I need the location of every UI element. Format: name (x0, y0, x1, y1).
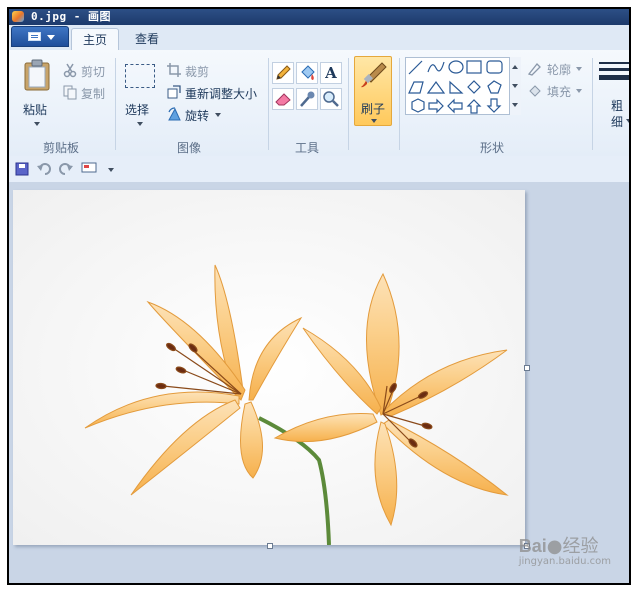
pencil-tool[interactable] (272, 62, 294, 84)
shape-gallery-icons (408, 60, 503, 114)
ribbon-tab-row: 主页 查看 (9, 25, 629, 51)
paw-icon: ● (546, 536, 563, 557)
paste-icon (24, 59, 50, 91)
save-icon[interactable] (15, 162, 29, 176)
pencil-icon (276, 65, 291, 80)
size-label-thin: 细 (611, 115, 624, 129)
text-icon: A (325, 64, 337, 82)
separator (592, 58, 593, 150)
fill-bucket-icon (301, 65, 315, 80)
watermark-product: 经验 (562, 536, 599, 557)
size-dropdown-icon (626, 119, 629, 123)
separator (348, 58, 349, 150)
paint-window: 0.jpg - 画图 主页 查看 粘贴 剪切 复制 剪贴板 选择 裁剪 重新调整… (7, 7, 631, 585)
brush-label: 刷子 (361, 102, 386, 116)
outline-icon (527, 63, 541, 76)
eraser-tool[interactable] (272, 88, 294, 110)
app-icon[interactable] (12, 11, 24, 22)
copy-label: 复制 (81, 87, 106, 101)
copy-button[interactable]: 复制 (61, 84, 111, 102)
brush-icon (361, 62, 387, 88)
resize-handle-right[interactable] (524, 365, 530, 371)
eraser-icon (275, 93, 291, 106)
size-icon (599, 62, 629, 80)
clipboard-group-label: 剪贴板 (42, 141, 79, 155)
shapes-group-label: 形状 (479, 141, 504, 155)
outline-button[interactable]: 轮廓 (527, 60, 587, 78)
scroll-up-icon[interactable] (512, 65, 518, 69)
shape-gallery-scrollbar[interactable] (509, 57, 521, 115)
ribbon: 粘贴 剪切 复制 剪贴板 选择 裁剪 重新调整大小 旋转 图像 A 工具 刷子 … (9, 50, 629, 157)
crop-icon (167, 63, 181, 77)
copy-icon (63, 85, 77, 100)
quick-access-toolbar (9, 156, 629, 183)
resize-icon (167, 85, 181, 99)
watermark: Bai●经验 jingyan.baidu.com (519, 532, 611, 567)
fill-bucket-tool[interactable] (296, 62, 318, 84)
title-bar: 0.jpg - 画图 (9, 9, 629, 25)
paste-dropdown-icon (34, 122, 40, 126)
lily-flowers-image (13, 190, 525, 545)
image-group-label: 图像 (176, 141, 201, 155)
tools-group-label: 工具 (294, 141, 319, 155)
fill-label: 填充 (547, 85, 572, 99)
fill-dropdown-icon (576, 89, 582, 93)
outline-dropdown-icon (576, 67, 582, 71)
image-canvas[interactable] (13, 190, 525, 545)
shape-gallery[interactable] (405, 57, 521, 115)
brush-dropdown-icon (371, 119, 377, 123)
paste-label: 粘贴 (23, 103, 48, 117)
monitor-icon[interactable] (81, 162, 97, 176)
customize-qat-icon[interactable] (108, 168, 114, 172)
magnifier-icon (323, 91, 339, 107)
tab-home[interactable]: 主页 (71, 28, 119, 51)
cut-icon (63, 63, 77, 78)
size-button[interactable]: 粗 细 (597, 58, 629, 134)
cut-label: 剪切 (81, 65, 106, 79)
redo-icon[interactable] (59, 162, 73, 176)
rotate-icon (168, 107, 181, 121)
chevron-down-icon (47, 35, 55, 40)
watermark-brand: Bai (518, 536, 547, 556)
undo-icon[interactable] (37, 162, 51, 176)
file-menu-button[interactable] (11, 26, 69, 47)
fill-button[interactable]: 填充 (527, 82, 587, 100)
canvas-area[interactable] (9, 182, 629, 583)
select-dropdown-icon (137, 122, 143, 126)
resize-button[interactable]: 重新调整大小 (165, 84, 263, 102)
size-label-thick: 粗 (611, 99, 624, 113)
tab-view[interactable]: 查看 (125, 28, 169, 51)
resize-label: 重新调整大小 (185, 87, 258, 101)
watermark-site: jingyan.baidu.com (518, 556, 611, 567)
window-title: 0.jpg - 画图 (31, 10, 111, 23)
select-label: 选择 (125, 103, 150, 117)
rotate-dropdown-icon (215, 113, 221, 117)
file-menu-icon (28, 32, 41, 41)
crop-label: 裁剪 (185, 65, 210, 79)
paste-button[interactable]: 粘贴 (15, 58, 59, 130)
rotate-button[interactable]: 旋转 (165, 106, 229, 124)
select-button[interactable]: 选择 (119, 58, 163, 130)
select-icon (125, 64, 155, 88)
separator (399, 58, 400, 150)
brush-button[interactable]: 刷子 (354, 56, 392, 126)
scroll-down-icon[interactable] (512, 84, 518, 88)
resize-handle-bottom[interactable] (267, 543, 273, 549)
color-picker-icon (300, 91, 315, 107)
outline-label: 轮廓 (547, 63, 572, 77)
expand-gallery-icon[interactable] (512, 103, 518, 107)
rotate-label: 旋转 (185, 109, 210, 123)
magnifier-tool[interactable] (320, 88, 342, 110)
crop-button[interactable]: 裁剪 (165, 62, 225, 80)
separator (115, 58, 116, 150)
cut-button[interactable]: 剪切 (61, 62, 111, 80)
color-picker-tool[interactable] (296, 88, 318, 110)
text-tool[interactable]: A (320, 62, 342, 84)
fill-icon (529, 85, 541, 97)
separator (268, 58, 269, 150)
